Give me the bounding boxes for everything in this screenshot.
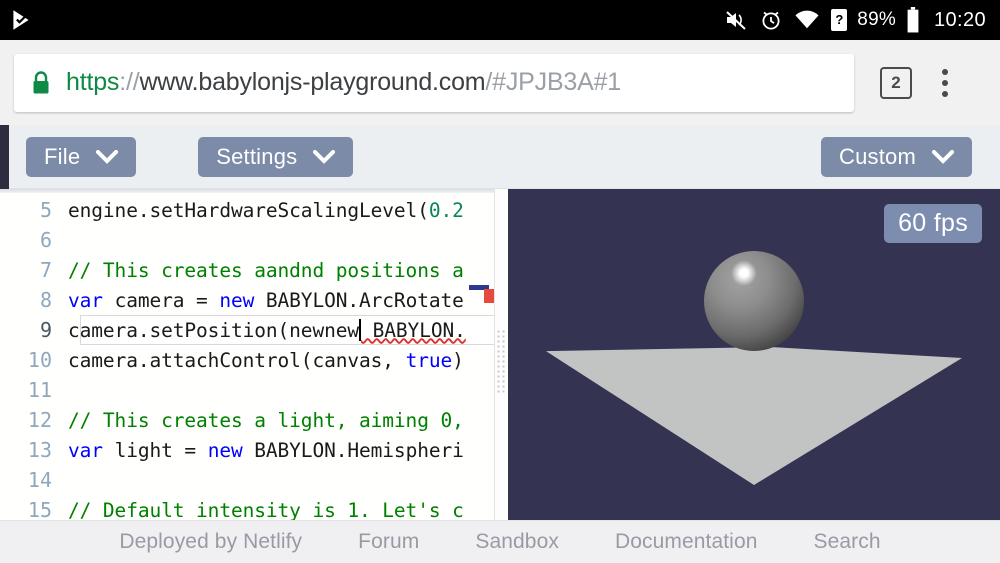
line-number: 11 <box>27 378 52 402</box>
minimap-slider[interactable] <box>496 329 506 395</box>
footer-link[interactable]: Search <box>814 530 881 554</box>
url-scheme: https <box>66 68 120 96</box>
browser-omnibox-row: https://www.babylonjs-playground.com/#JP… <box>0 40 1000 125</box>
playground-main: 5 engine.setHardwareScalingLevel(0.2 6 7 // … <box>0 189 1000 520</box>
ground-plane-mesh <box>546 347 962 485</box>
playground-footer: Deployed by Netlify Forum Sandbox Documenta… <box>0 520 1000 563</box>
line-number: 13 <box>27 438 52 462</box>
wifi-icon <box>795 10 819 29</box>
chevron-down-icon <box>96 149 119 164</box>
fps-counter: 60 fps <box>884 204 982 243</box>
code-token: BABYLON.Hemispheri <box>254 438 464 462</box>
code-token: var <box>68 438 115 462</box>
android-status-bar: ? 89% 10:20 <box>0 0 1000 40</box>
code-token: // Default intensity is 1. Let's c <box>68 498 464 521</box>
kebab-menu-icon[interactable] <box>942 68 948 97</box>
settings-menu-button[interactable]: Settings <box>198 136 354 177</box>
code-token: camera.attachControl(canvas, <box>68 348 406 372</box>
footer-link[interactable]: Deployed by Netlify <box>119 530 302 554</box>
tab-switcher-button[interactable]: 2 <box>880 66 912 99</box>
code-token: light = <box>114 438 208 462</box>
url-host: www.babylonjs-playground.com <box>139 68 486 96</box>
sphere-mesh <box>704 251 804 351</box>
battery-percent-label: 89% <box>857 9 896 30</box>
code-line[interactable]: 11 <box>0 375 508 405</box>
playground-toolbar: File Settings Custom <box>0 125 1000 189</box>
line-number: 14 <box>27 468 52 492</box>
footer-link[interactable]: Sandbox <box>475 530 559 554</box>
code-line[interactable]: 15 // Default intensity is 1. Let's c <box>0 495 508 520</box>
chevron-down-icon <box>932 149 954 164</box>
code-line[interactable]: 12 // This creates a light, aiming 0, <box>0 405 508 435</box>
file-menu-label: File <box>44 143 81 169</box>
footer-link[interactable]: Documentation <box>615 530 758 554</box>
code-line[interactable]: 6 <box>0 225 508 255</box>
code-token: new <box>219 288 266 312</box>
line-number: 5 <box>39 198 52 222</box>
custom-version-button[interactable]: Custom <box>821 136 972 177</box>
line-number: 6 <box>39 228 52 252</box>
code-token: camera = <box>114 288 220 312</box>
code-token: new <box>207 438 255 462</box>
url-path: /#JPJB3A#1 <box>485 68 622 96</box>
line-number: 12 <box>27 408 52 432</box>
code-line[interactable]: 14 <box>0 465 508 495</box>
code-editor[interactable]: 5 engine.setHardwareScalingLevel(0.2 6 7 // … <box>0 189 508 520</box>
code-token: true <box>405 348 453 372</box>
line-number: 8 <box>39 288 52 312</box>
line-number: 9 <box>39 318 52 342</box>
code-token: ) <box>452 348 464 372</box>
url-text: https://www.babylonjs-playground.com/#JP… <box>66 68 621 97</box>
code-text: camera.attachControl(canvas, true) <box>68 349 464 372</box>
code-line[interactable]: 7 // This creates aandnd positions a <box>0 255 508 285</box>
url-separator: :// <box>119 68 140 96</box>
code-token: // This creates aandnd positions a <box>68 258 464 282</box>
code-token: var <box>68 288 115 312</box>
line-number: 10 <box>27 348 52 372</box>
code-text: var camera = new BABYLON.ArcRotate <box>68 289 464 312</box>
status-bar-notifications <box>8 7 723 33</box>
code-token: // This creates a light, aiming 0, <box>68 408 464 432</box>
code-line[interactable]: 13 var light = new BABYLON.Hemispheri <box>0 435 508 465</box>
address-bar[interactable]: https://www.babylonjs-playground.com/#JP… <box>14 53 854 112</box>
custom-version-label: Custom <box>839 143 916 169</box>
status-bar-icons: ? 89% 10:20 <box>723 7 986 33</box>
error-underlined-text: BABYLON. <box>361 318 466 342</box>
code-text: // This creates a light, aiming 0, <box>68 409 464 432</box>
line-number: 15 <box>27 498 52 520</box>
lock-icon <box>33 70 49 93</box>
code-line[interactable]: 10 camera.attachControl(canvas, true) <box>0 345 508 375</box>
code-line[interactable]: 8 var camera = new BABYLON.ArcRotate <box>0 285 508 315</box>
chevron-down-icon <box>313 149 336 164</box>
code-token: camera.setPosition(newnew <box>68 318 359 342</box>
sim-unknown-icon: ? <box>831 9 848 31</box>
code-text: engine.setHardwareScalingLevel(0.2 <box>68 199 464 222</box>
clock-label: 10:20 <box>933 8 986 31</box>
editor-scrollbar[interactable] <box>494 189 508 520</box>
code-token: 0.2 <box>428 198 464 222</box>
volume-mute-icon <box>726 11 746 30</box>
code-text: // Default intensity is 1. Let's c <box>68 499 464 521</box>
code-token: BABYLON.ArcRotate <box>265 288 464 312</box>
settings-menu-label: Settings <box>216 143 298 169</box>
code-text: var light = new BABYLON.Hemispheri <box>68 439 464 462</box>
code-text: camera.setPosition(newnew BABYLON. <box>68 318 466 342</box>
code-line[interactable]: 9 camera.setPosition(newnew BABYLON. <box>0 315 508 345</box>
footer-link[interactable]: Forum <box>358 530 419 554</box>
code-text: // This creates aandnd positions a <box>68 259 464 282</box>
alarm-clock-icon <box>762 11 780 30</box>
play-check-icon <box>13 10 29 30</box>
file-menu-button[interactable]: File <box>26 136 137 177</box>
line-number: 7 <box>39 258 52 282</box>
battery-icon <box>907 7 919 33</box>
code-line[interactable]: 5 engine.setHardwareScalingLevel(0.2 <box>0 195 508 225</box>
code-token: engine.setHardwareScalingLevel( <box>68 198 429 222</box>
render-canvas[interactable]: 60 fps <box>508 189 1000 520</box>
